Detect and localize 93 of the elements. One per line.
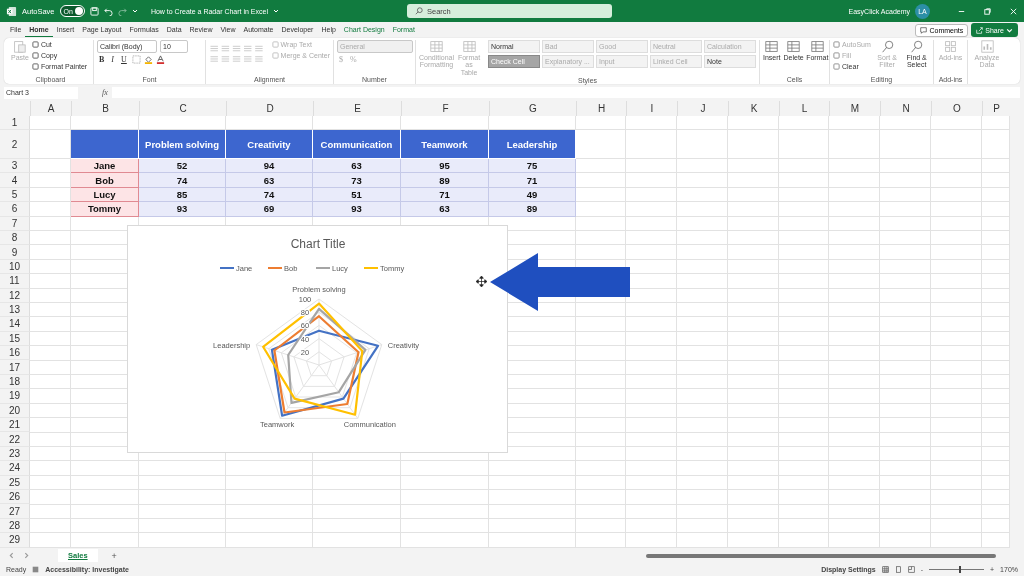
- table-icon: [810, 40, 824, 53]
- save-icon[interactable]: [89, 6, 99, 16]
- macro-icon[interactable]: [32, 566, 40, 573]
- table-cell: 73: [313, 173, 401, 188]
- font-style-button[interactable]: I: [109, 55, 116, 64]
- share-icon: [976, 26, 984, 34]
- row-header[interactable]: 21: [0, 418, 30, 433]
- row-header[interactable]: 3: [0, 159, 30, 174]
- row-header[interactable]: 14: [0, 317, 30, 332]
- fill-color-icon[interactable]: [143, 55, 153, 64]
- column-header[interactable]: B: [72, 101, 140, 116]
- column-header[interactable]: L: [780, 101, 830, 116]
- column-header[interactable]: F: [402, 101, 490, 116]
- chart-icon: [980, 40, 994, 53]
- table-cell: 69: [226, 202, 313, 217]
- row-header[interactable]: 22: [0, 432, 30, 447]
- row-header[interactable]: 16: [0, 346, 30, 361]
- table-cell: 63: [313, 159, 401, 174]
- add-sheet-button[interactable]: +: [105, 549, 123, 562]
- row-header[interactable]: 27: [0, 504, 30, 519]
- next-sheet-icon[interactable]: [23, 552, 30, 559]
- function-label[interactable]: fx: [102, 88, 108, 97]
- row-header[interactable]: 2: [0, 130, 30, 159]
- grid-icon: [944, 40, 957, 53]
- column-header[interactable]: N: [881, 101, 932, 116]
- comment-icon: [920, 26, 928, 34]
- table-cell: Problem solving: [139, 130, 226, 159]
- column-header[interactable]: K: [729, 101, 780, 116]
- table-icon: [430, 40, 443, 53]
- table-cell: Bob: [71, 173, 139, 188]
- table-icon: [787, 40, 801, 53]
- font-color-icon[interactable]: [155, 55, 165, 64]
- move-cursor-icon: [476, 276, 487, 287]
- table-cell: 93: [313, 202, 401, 217]
- undo-icon[interactable]: [103, 6, 113, 16]
- chart-title: Chart Title: [290, 237, 346, 251]
- table-cell: 95: [401, 159, 489, 174]
- row-header[interactable]: 29: [0, 533, 30, 548]
- column-header[interactable]: H: [577, 101, 627, 116]
- caret-icon: [1006, 26, 1013, 34]
- column-header[interactable]: A: [31, 101, 72, 116]
- table-icon: [462, 40, 476, 53]
- table-cell: 75: [489, 159, 576, 174]
- table-icon: [765, 40, 779, 53]
- table-cell: 52: [139, 159, 226, 174]
- clipboard-icon: [13, 40, 27, 53]
- font-style-button[interactable]: U: [119, 55, 129, 64]
- caret-icon[interactable]: [273, 8, 279, 14]
- table-cell: Teamwork: [401, 130, 489, 159]
- column-header[interactable]: J: [678, 101, 729, 116]
- page-break-icon[interactable]: [907, 566, 915, 573]
- redo-icon[interactable]: [117, 6, 127, 16]
- table-cell: 63: [226, 173, 313, 188]
- search-icon: [880, 40, 894, 53]
- close-icon[interactable]: [1009, 6, 1018, 16]
- restore-icon[interactable]: [983, 6, 992, 16]
- table-cell: 89: [401, 173, 489, 188]
- scrollbar[interactable]: [1010, 101, 1024, 548]
- table-cell: 94: [226, 159, 313, 174]
- caret-icon[interactable]: [131, 8, 138, 14]
- table-cell: 74: [139, 173, 226, 188]
- column-header[interactable]: C: [140, 101, 227, 116]
- table-cell: Tommy: [71, 202, 139, 217]
- table-cell: Communication: [313, 130, 401, 159]
- row-header[interactable]: 1: [0, 116, 30, 130]
- column-header[interactable]: D: [227, 101, 314, 116]
- font-style-button[interactable]: B: [97, 55, 107, 64]
- table-cell: 63: [401, 202, 489, 217]
- table-cell: 93: [139, 202, 226, 217]
- row-header[interactable]: 6: [0, 202, 30, 217]
- table-cell: Creativity: [226, 130, 313, 159]
- table-cell: 71: [489, 173, 576, 188]
- table-cell: 89: [489, 202, 576, 217]
- page-layout-icon[interactable]: [894, 566, 902, 573]
- normal-view-icon[interactable]: [881, 566, 889, 573]
- column-header[interactable]: G: [490, 101, 577, 116]
- row-header[interactable]: 24: [0, 461, 30, 476]
- row-header[interactable]: 9: [0, 245, 30, 260]
- table-cell: Leadership: [489, 130, 576, 159]
- spreadsheet-logo-icon: [6, 5, 17, 17]
- column-header[interactable]: O: [932, 101, 983, 116]
- column-header[interactable]: I: [627, 101, 678, 116]
- row-header[interactable]: 11: [0, 274, 30, 289]
- column-header[interactable]: M: [830, 101, 881, 116]
- search-icon: [415, 7, 423, 15]
- previous-sheet-icon[interactable]: [8, 552, 15, 559]
- table-cell: Jane: [71, 159, 139, 174]
- column-header[interactable]: E: [314, 101, 402, 116]
- row-header[interactable]: 4: [0, 173, 30, 188]
- search-icon: [910, 40, 924, 53]
- row-header[interactable]: 19: [0, 389, 30, 404]
- row-header[interactable]: 17: [0, 360, 30, 375]
- header-cell: [71, 130, 139, 159]
